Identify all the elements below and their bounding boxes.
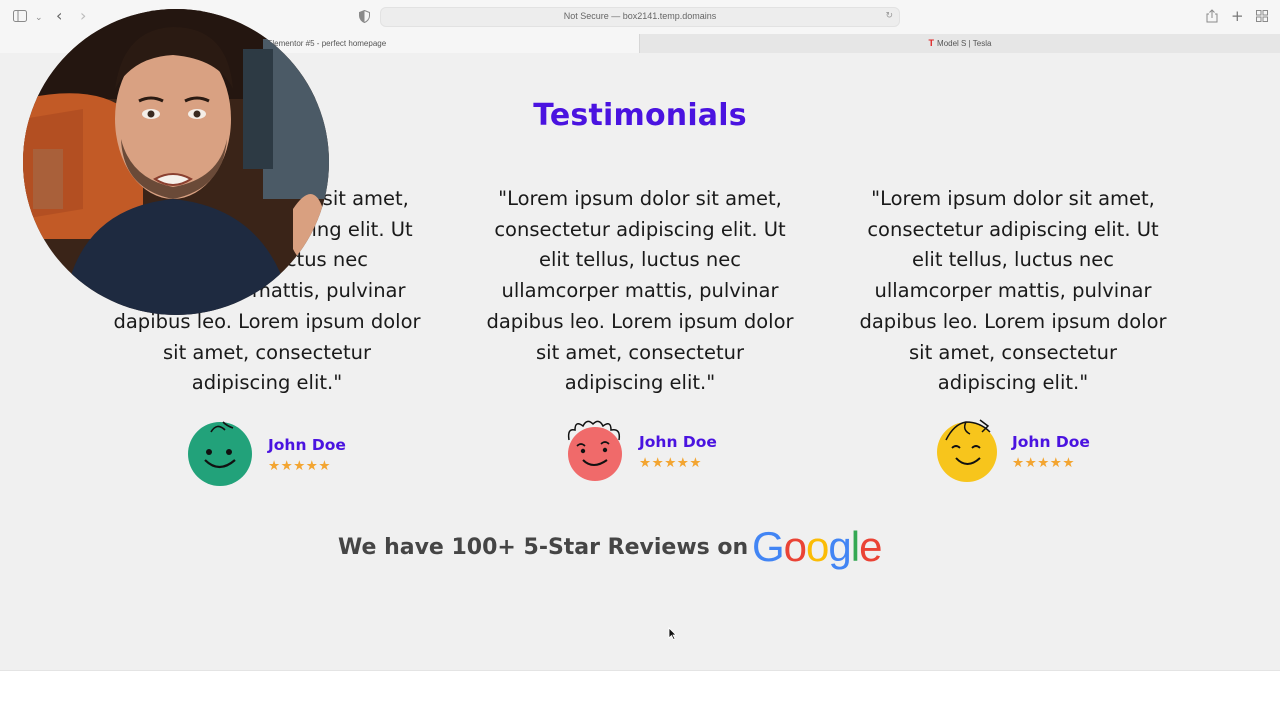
google-logo-letter: l bbox=[850, 523, 860, 570]
author-name: John Doe bbox=[639, 433, 717, 451]
google-logo-letter: G bbox=[752, 523, 785, 570]
smiley-green-icon bbox=[188, 421, 252, 486]
tesla-logo-icon: T bbox=[928, 38, 935, 48]
tab-tesla[interactable]: T Model S | Tesla bbox=[639, 34, 1280, 53]
sidebar-toggle-icon[interactable] bbox=[13, 10, 27, 25]
address-text: Not Secure — box2141.temp.domains bbox=[563, 11, 717, 21]
smiley-curly-red-icon bbox=[567, 420, 622, 481]
chevron-down-icon[interactable]: ⌄ bbox=[35, 11, 43, 25]
webcam-overlay bbox=[23, 9, 329, 315]
address-bar[interactable]: Not Secure — box2141.temp.domains ↻ bbox=[380, 7, 900, 27]
testimonial-quote: "Lorem ipsum dolor sit amet, consectetur… bbox=[859, 187, 1167, 395]
tab-overview-icon[interactable] bbox=[1256, 10, 1268, 25]
tab-label: Model S | Tesla bbox=[937, 39, 992, 48]
shield-icon[interactable] bbox=[359, 9, 370, 26]
cursor-icon bbox=[668, 627, 677, 640]
forward-icon[interactable]: › bbox=[80, 8, 86, 24]
author-name: John Doe bbox=[268, 436, 346, 454]
reviews-text: We have 100+ 5-Star Reviews on bbox=[338, 535, 749, 560]
google-logo-letter: o bbox=[783, 523, 807, 570]
share-icon[interactable] bbox=[1206, 9, 1218, 26]
reload-icon[interactable]: ↻ bbox=[885, 11, 893, 21]
new-tab-icon[interactable]: + bbox=[1231, 9, 1244, 24]
google-logo[interactable]: Google bbox=[752, 523, 882, 571]
google-logo-letter: g bbox=[828, 523, 851, 570]
tab-label: Elementor #5 - perfect homepage bbox=[267, 39, 387, 48]
google-logo-letter: o bbox=[806, 523, 829, 570]
smiley-yellow-icon bbox=[937, 419, 997, 482]
star-rating: ★★★★★ bbox=[268, 458, 332, 474]
google-logo-letter: e bbox=[859, 523, 882, 570]
author-name: John Doe bbox=[1012, 433, 1090, 451]
footer-area bbox=[0, 670, 1280, 720]
star-rating: ★★★★★ bbox=[1012, 455, 1076, 471]
back-icon[interactable]: ‹ bbox=[56, 8, 62, 24]
presenter-video bbox=[23, 9, 329, 315]
testimonial-quote: "Lorem ipsum dolor sit amet, consectetur… bbox=[486, 187, 794, 395]
star-rating: ★★★★★ bbox=[639, 455, 703, 471]
